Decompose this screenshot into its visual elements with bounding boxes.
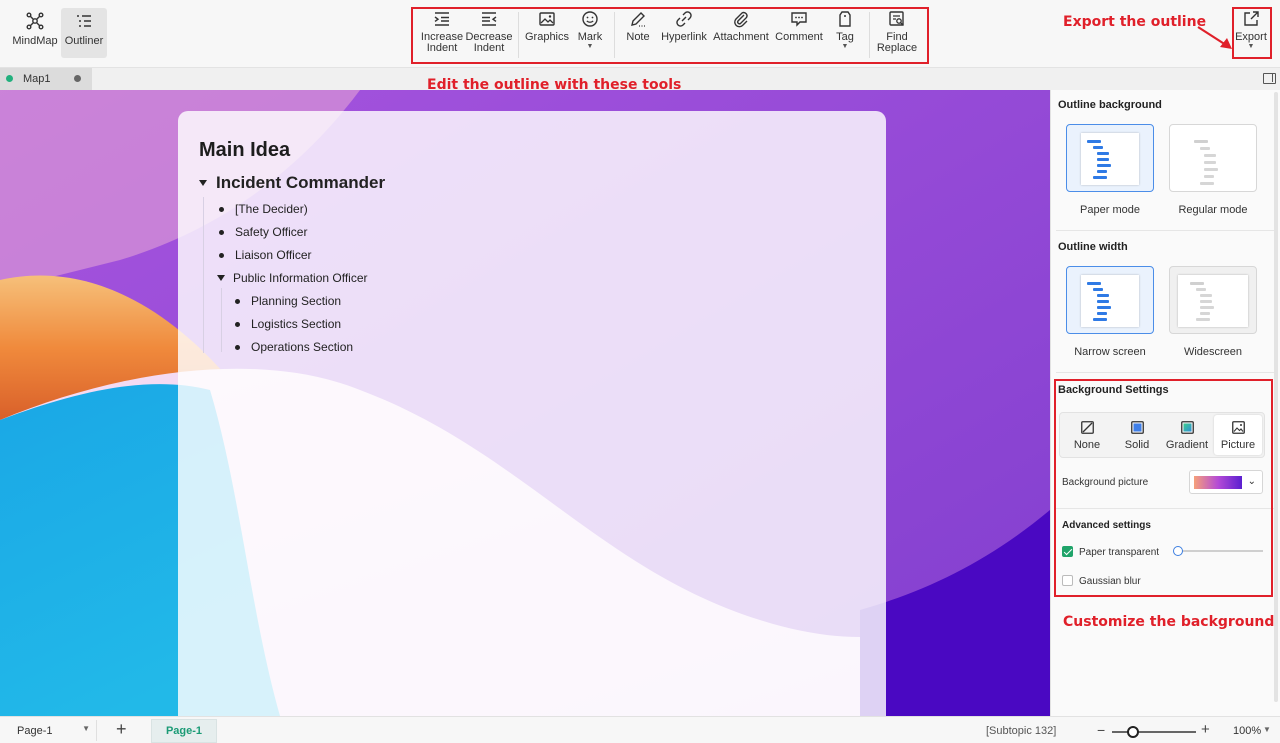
arrow-icon xyxy=(1197,26,1232,49)
list-item[interactable]: Operations Section xyxy=(235,340,353,354)
list-item[interactable]: Safety Officer xyxy=(219,225,307,239)
outliner-mode-button[interactable]: Outliner xyxy=(61,8,107,58)
collapse-caret-icon[interactable] xyxy=(217,275,225,281)
narrow-screen-preview xyxy=(1081,275,1139,327)
zoom-level[interactable]: 100% xyxy=(1233,725,1261,737)
subtopic-count: [Subtopic 132] xyxy=(986,725,1057,737)
regular-mode-option[interactable] xyxy=(1169,124,1257,192)
toolbar: MindMap Outliner Increase Indent Decreas… xyxy=(0,0,1280,68)
bullet-icon xyxy=(235,321,240,327)
paper-mode-preview xyxy=(1081,133,1139,185)
bullet-icon xyxy=(219,206,224,212)
background-highlight-box xyxy=(1054,379,1273,597)
outline-paper: Main Idea Incident Commander [The Decide… xyxy=(178,111,886,716)
document-status-icon xyxy=(6,75,13,82)
list-item-label: Public Information Officer xyxy=(233,271,368,285)
format-panel: Outline background Paper mode Regular mo… xyxy=(1050,90,1280,716)
zoom-in-icon[interactable]: + xyxy=(1201,722,1210,737)
list-item[interactable]: [The Decider) xyxy=(219,202,308,216)
outline-guide-line xyxy=(221,288,222,352)
export-annotation: Export the outline xyxy=(1063,14,1207,30)
list-item-label: Planning Section xyxy=(251,294,342,308)
panel-divider xyxy=(1056,372,1276,373)
topic-label: Incident Commander xyxy=(216,173,386,192)
outline-guide-line xyxy=(203,197,204,353)
panel-toggle-icon[interactable] xyxy=(1263,73,1276,84)
list-item-label: Operations Section xyxy=(251,340,354,354)
list-item[interactable]: Public Information Officer xyxy=(217,271,368,285)
topic-incident-commander[interactable]: Incident Commander xyxy=(199,173,385,193)
panel-divider xyxy=(1056,230,1276,231)
regular-mode-label: Regular mode xyxy=(1178,204,1248,216)
page-tab[interactable]: Page-1 xyxy=(151,719,217,743)
add-page-icon[interactable]: + xyxy=(116,719,127,739)
zoom-slider-track[interactable] xyxy=(1112,731,1196,733)
narrow-screen-label: Narrow screen xyxy=(1074,346,1146,358)
bullet-icon xyxy=(235,298,240,304)
outliner-mode-label: Outliner xyxy=(64,35,104,47)
list-item-label: Logistics Section xyxy=(251,317,342,331)
list-item-label: Safety Officer xyxy=(235,225,308,239)
panel-scrollbar[interactable] xyxy=(1274,92,1278,702)
bullet-icon xyxy=(219,229,224,235)
page-select[interactable]: Page-1 ▼ xyxy=(0,720,97,741)
paper-mode-option[interactable] xyxy=(1066,124,1154,192)
chevron-down-icon: ▼ xyxy=(82,724,90,733)
list-item-label: Liaison Officer xyxy=(235,248,312,262)
paper-mode-label: Paper mode xyxy=(1080,204,1140,216)
page-select-label: Page-1 xyxy=(17,725,53,737)
document-tab-label: Map1 xyxy=(23,73,51,85)
widescreen-preview xyxy=(1178,275,1248,327)
list-item[interactable]: Logistics Section xyxy=(235,317,341,331)
bullet-icon xyxy=(235,344,240,350)
narrow-screen-option[interactable] xyxy=(1066,266,1154,334)
zoom-out-icon[interactable]: − xyxy=(1097,723,1105,737)
list-item-label: [The Decider) xyxy=(235,202,308,216)
unsaved-dot-icon xyxy=(74,75,81,82)
mindmap-mode-button[interactable]: MindMap xyxy=(10,8,60,58)
list-item[interactable]: Liaison Officer xyxy=(219,248,311,262)
background-annotation: Customize the background xyxy=(1063,614,1275,630)
document-tab[interactable]: Map1 xyxy=(0,68,92,90)
canvas: Main Idea Incident Commander [The Decide… xyxy=(0,90,1050,716)
widescreen-label: Widescreen xyxy=(1183,346,1243,358)
export-highlight-box xyxy=(1232,7,1272,59)
main-idea-topic[interactable]: Main Idea xyxy=(199,139,290,162)
outline-width-title: Outline width xyxy=(1058,241,1128,253)
bullet-icon xyxy=(219,252,224,258)
mindmap-mode-label: MindMap xyxy=(12,35,58,47)
tools-annotation: Edit the outline with these tools xyxy=(427,77,682,93)
widescreen-option[interactable] xyxy=(1169,266,1257,334)
status-bar: Page-1 ▼ + Page-1 [Subtopic 132] − + 100… xyxy=(0,716,1280,743)
outliner-icon xyxy=(77,15,91,27)
mindmap-icon xyxy=(26,12,44,30)
outline-background-title: Outline background xyxy=(1058,99,1162,111)
chevron-down-icon[interactable]: ▼ xyxy=(1263,725,1271,734)
list-item[interactable]: Planning Section xyxy=(235,294,341,308)
zoom-slider-handle[interactable] xyxy=(1127,726,1139,738)
tools-highlight-box xyxy=(411,7,929,64)
collapse-caret-icon[interactable] xyxy=(199,180,207,186)
